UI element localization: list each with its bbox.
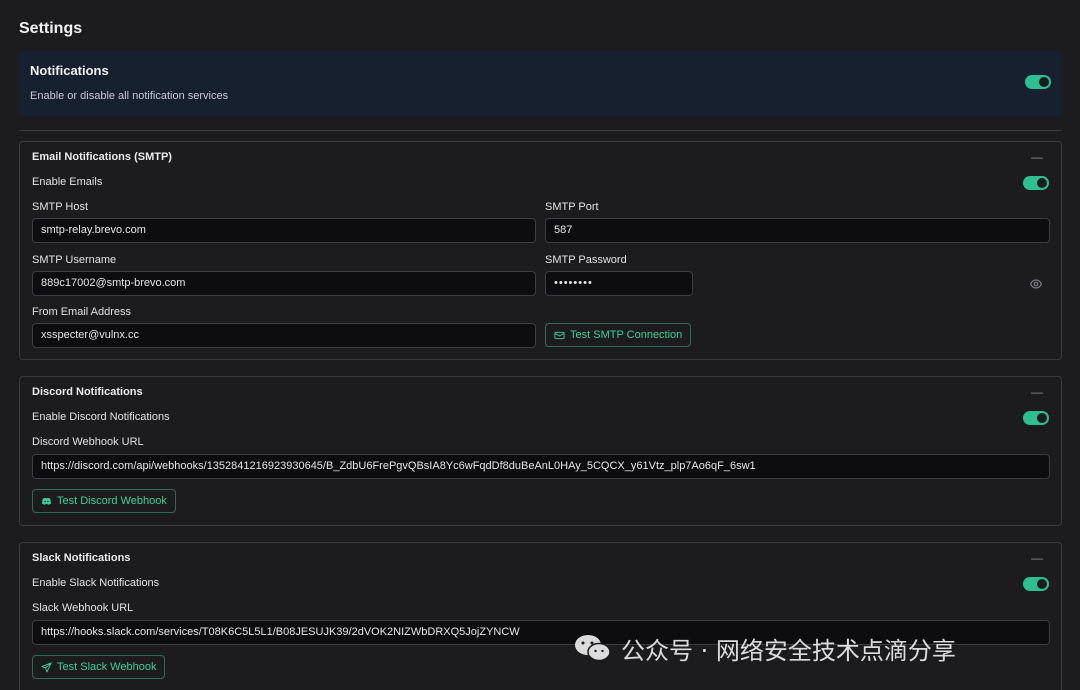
test-smtp-button[interactable]: Test SMTP Connection: [545, 323, 692, 347]
page-title: Settings: [19, 20, 83, 37]
notifications-master-panel: Notifications Enable or disable all noti…: [19, 50, 1062, 116]
section-divider: [19, 130, 1062, 131]
slack-card-title: Slack Notifications: [32, 552, 131, 564]
smtp-username-input[interactable]: 889c17002@smtp-brevo.com: [32, 271, 536, 296]
discord-notifications-card: Discord Notifications — Enable Discord N…: [19, 376, 1062, 526]
enable-emails-toggle[interactable]: [1023, 176, 1049, 190]
watermark-text: 公众号 · 网络安全技术点滴分享: [621, 636, 956, 665]
enable-emails-label: Enable Emails: [32, 176, 103, 188]
discord-icon: [41, 497, 52, 505]
smtp-host-input[interactable]: smtp-relay.brevo.com: [32, 218, 536, 243]
from-email-label: From Email Address: [32, 306, 132, 318]
test-discord-button-label: Test Discord Webhook: [57, 495, 167, 507]
send-icon: [41, 661, 52, 673]
smtp-port-input[interactable]: 587: [545, 218, 1050, 243]
enable-slack-label: Enable Slack Notifications: [32, 577, 160, 589]
discord-webhook-input[interactable]: https://discord.com/api/webhooks/1352841…: [32, 454, 1050, 479]
slack-webhook-label: Slack Webhook URL: [32, 602, 134, 614]
slack-notifications-card: Slack Notifications — Enable Slack Notif…: [19, 542, 1062, 690]
discord-card-title: Discord Notifications: [32, 386, 143, 398]
email-collapse-button[interactable]: —: [1031, 150, 1043, 164]
smtp-host-label: SMTP Host: [32, 201, 89, 213]
smtp-password-label: SMTP Password: [545, 254, 627, 266]
email-card-title: Email Notifications (SMTP): [32, 151, 172, 163]
show-password-eye-icon[interactable]: [1030, 278, 1042, 290]
notifications-master-toggle[interactable]: [1025, 75, 1051, 89]
enable-slack-toggle[interactable]: [1023, 577, 1049, 591]
smtp-username-label: SMTP Username: [32, 254, 117, 266]
notifications-description: Enable or disable all notification servi…: [30, 90, 229, 102]
enable-discord-toggle[interactable]: [1023, 411, 1049, 425]
smtp-port-label: SMTP Port: [545, 201, 599, 213]
discord-collapse-button[interactable]: —: [1031, 385, 1043, 399]
email-notifications-card: Email Notifications (SMTP) — Enable Emai…: [19, 141, 1062, 360]
wechat-watermark: 公众号 · 网络安全技术点滴分享: [573, 632, 956, 665]
test-smtp-button-label: Test SMTP Connection: [570, 329, 683, 341]
from-email-input[interactable]: xsspecter@vulnx.cc: [32, 323, 536, 348]
mail-icon: [554, 331, 565, 339]
test-discord-button[interactable]: Test Discord Webhook: [32, 489, 176, 513]
test-slack-button-label: Test Slack Webhook: [57, 661, 157, 673]
slack-collapse-button[interactable]: —: [1031, 551, 1043, 565]
notifications-title: Notifications: [30, 63, 109, 78]
wechat-logo-icon: [575, 635, 611, 662]
smtp-password-input[interactable]: ••••••••: [545, 271, 693, 296]
test-slack-button[interactable]: Test Slack Webhook: [32, 655, 166, 679]
discord-webhook-label: Discord Webhook URL: [32, 436, 144, 448]
enable-discord-label: Enable Discord Notifications: [32, 411, 170, 423]
